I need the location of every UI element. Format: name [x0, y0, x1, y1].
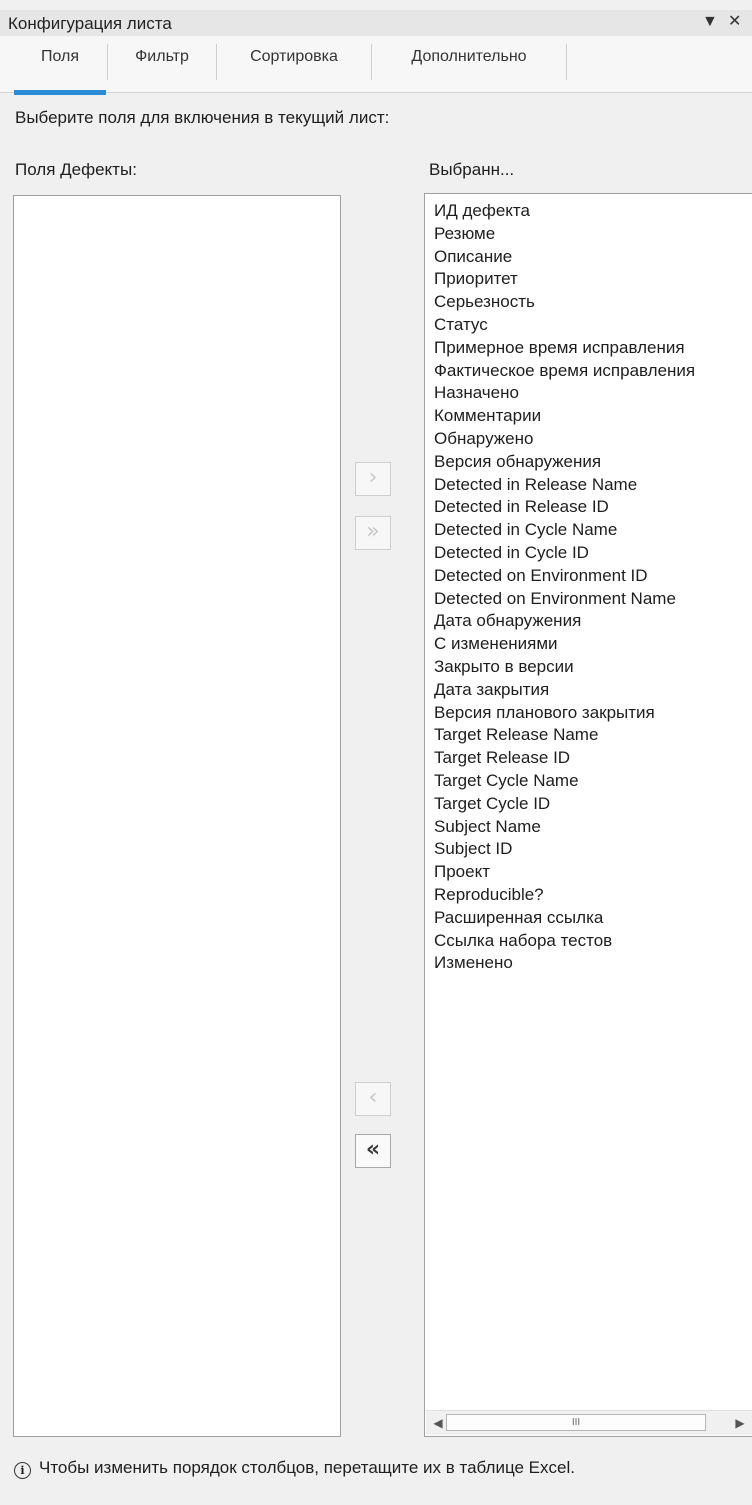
list-item[interactable]: Дата обнаружения: [434, 610, 752, 633]
list-item[interactable]: Примерное время исправления: [434, 337, 752, 360]
list-item[interactable]: Subject ID: [434, 838, 752, 861]
list-item[interactable]: Ссылка набора тестов: [434, 930, 752, 953]
close-icon[interactable]: ✕: [728, 12, 741, 32]
list-item[interactable]: Изменено: [434, 952, 752, 975]
list-item[interactable]: Закрыто в версии: [434, 656, 752, 679]
list-item[interactable]: Target Release ID: [434, 747, 752, 770]
list-item[interactable]: ИД дефекта: [434, 200, 752, 223]
tab-label: Фильтр: [135, 48, 189, 65]
list-item[interactable]: Reproducible?: [434, 884, 752, 907]
tab-fields[interactable]: Поля: [14, 46, 106, 90]
add-all-fields-button[interactable]: »: [355, 516, 391, 550]
tab-advanced[interactable]: Дополнительно: [372, 46, 566, 90]
list-item[interactable]: Target Cycle Name: [434, 770, 752, 793]
list-item[interactable]: Обнаружено: [434, 428, 752, 451]
available-fields-label: Поля Дефекты:: [15, 160, 137, 179]
selected-fields-list[interactable]: ИД дефекта Резюме Описание Приоритет Серьезн…: [424, 193, 752, 1437]
list-item[interactable]: Detected in Release ID: [434, 496, 752, 519]
dropdown-icon[interactable]: ▼: [702, 12, 718, 32]
list-item[interactable]: Detected on Environment Name: [434, 588, 752, 611]
list-item[interactable]: Subject Name: [434, 816, 752, 839]
list-item[interactable]: Detected on Environment ID: [434, 565, 752, 588]
list-item[interactable]: Target Release Name: [434, 724, 752, 747]
tab-divider: [566, 44, 567, 80]
scrollbar-thumb[interactable]: III: [446, 1414, 706, 1431]
remove-field-button[interactable]: ‹: [355, 1082, 391, 1116]
list-item[interactable]: Резюме: [434, 223, 752, 246]
footer-hint: i Чтобы изменить порядок столбцов, перета…: [14, 1458, 575, 1479]
selected-tab-indicator: [14, 90, 106, 95]
footer-text: Чтобы изменить порядок столбцов, перетащ…: [39, 1458, 575, 1477]
selected-fields-label: Выбранн...: [429, 160, 515, 179]
tab-strip: Поля Фильтр Сортировка Дополнительно: [0, 36, 752, 93]
list-item[interactable]: Версия планового закрытия: [434, 702, 752, 725]
available-fields-list[interactable]: [13, 195, 341, 1437]
panel-title-bar: Конфигурация листа ▼ ✕: [0, 10, 752, 36]
panel-title: Конфигурация листа: [8, 14, 172, 33]
list-item[interactable]: Target Cycle ID: [434, 793, 752, 816]
info-icon: i: [14, 1462, 31, 1479]
list-item[interactable]: Описание: [434, 246, 752, 269]
tab-sort[interactable]: Сортировка: [217, 46, 371, 90]
list-item[interactable]: Фактическое время исправления: [434, 360, 752, 383]
horizontal-scrollbar[interactable]: ◀ III ▶: [426, 1410, 752, 1435]
tab-label: Дополнительно: [411, 48, 527, 65]
list-item[interactable]: С изменениями: [434, 633, 752, 656]
list-item[interactable]: Detected in Cycle Name: [434, 519, 752, 542]
scrollbar-grip: III: [571, 1417, 581, 1428]
selected-items-container: ИД дефекта Резюме Описание Приоритет Серьезн…: [434, 200, 752, 975]
tab-label: Поля: [40, 48, 80, 65]
add-field-button[interactable]: ›: [355, 462, 391, 496]
instruction-text: Выберите поля для включения в текущий ли…: [15, 108, 390, 127]
list-item[interactable]: Расширенная ссылка: [434, 907, 752, 930]
list-item[interactable]: Detected in Release Name: [434, 474, 752, 497]
list-item[interactable]: Дата закрытия: [434, 679, 752, 702]
tab-label: Сортировка: [250, 48, 338, 65]
scroll-right-icon[interactable]: ▶: [730, 1411, 750, 1435]
list-item[interactable]: Серьезность: [434, 291, 752, 314]
list-item[interactable]: Статус: [434, 314, 752, 337]
list-item[interactable]: Назначено: [434, 382, 752, 405]
list-item[interactable]: Версия обнаружения: [434, 451, 752, 474]
list-item[interactable]: Комментарии: [434, 405, 752, 428]
list-item[interactable]: Приоритет: [434, 268, 752, 291]
remove-all-fields-button[interactable]: «: [355, 1134, 391, 1168]
list-item[interactable]: Detected in Cycle ID: [434, 542, 752, 565]
tab-filter[interactable]: Фильтр: [108, 46, 216, 90]
list-item[interactable]: Проект: [434, 861, 752, 884]
scroll-left-icon[interactable]: ◀: [428, 1411, 448, 1435]
